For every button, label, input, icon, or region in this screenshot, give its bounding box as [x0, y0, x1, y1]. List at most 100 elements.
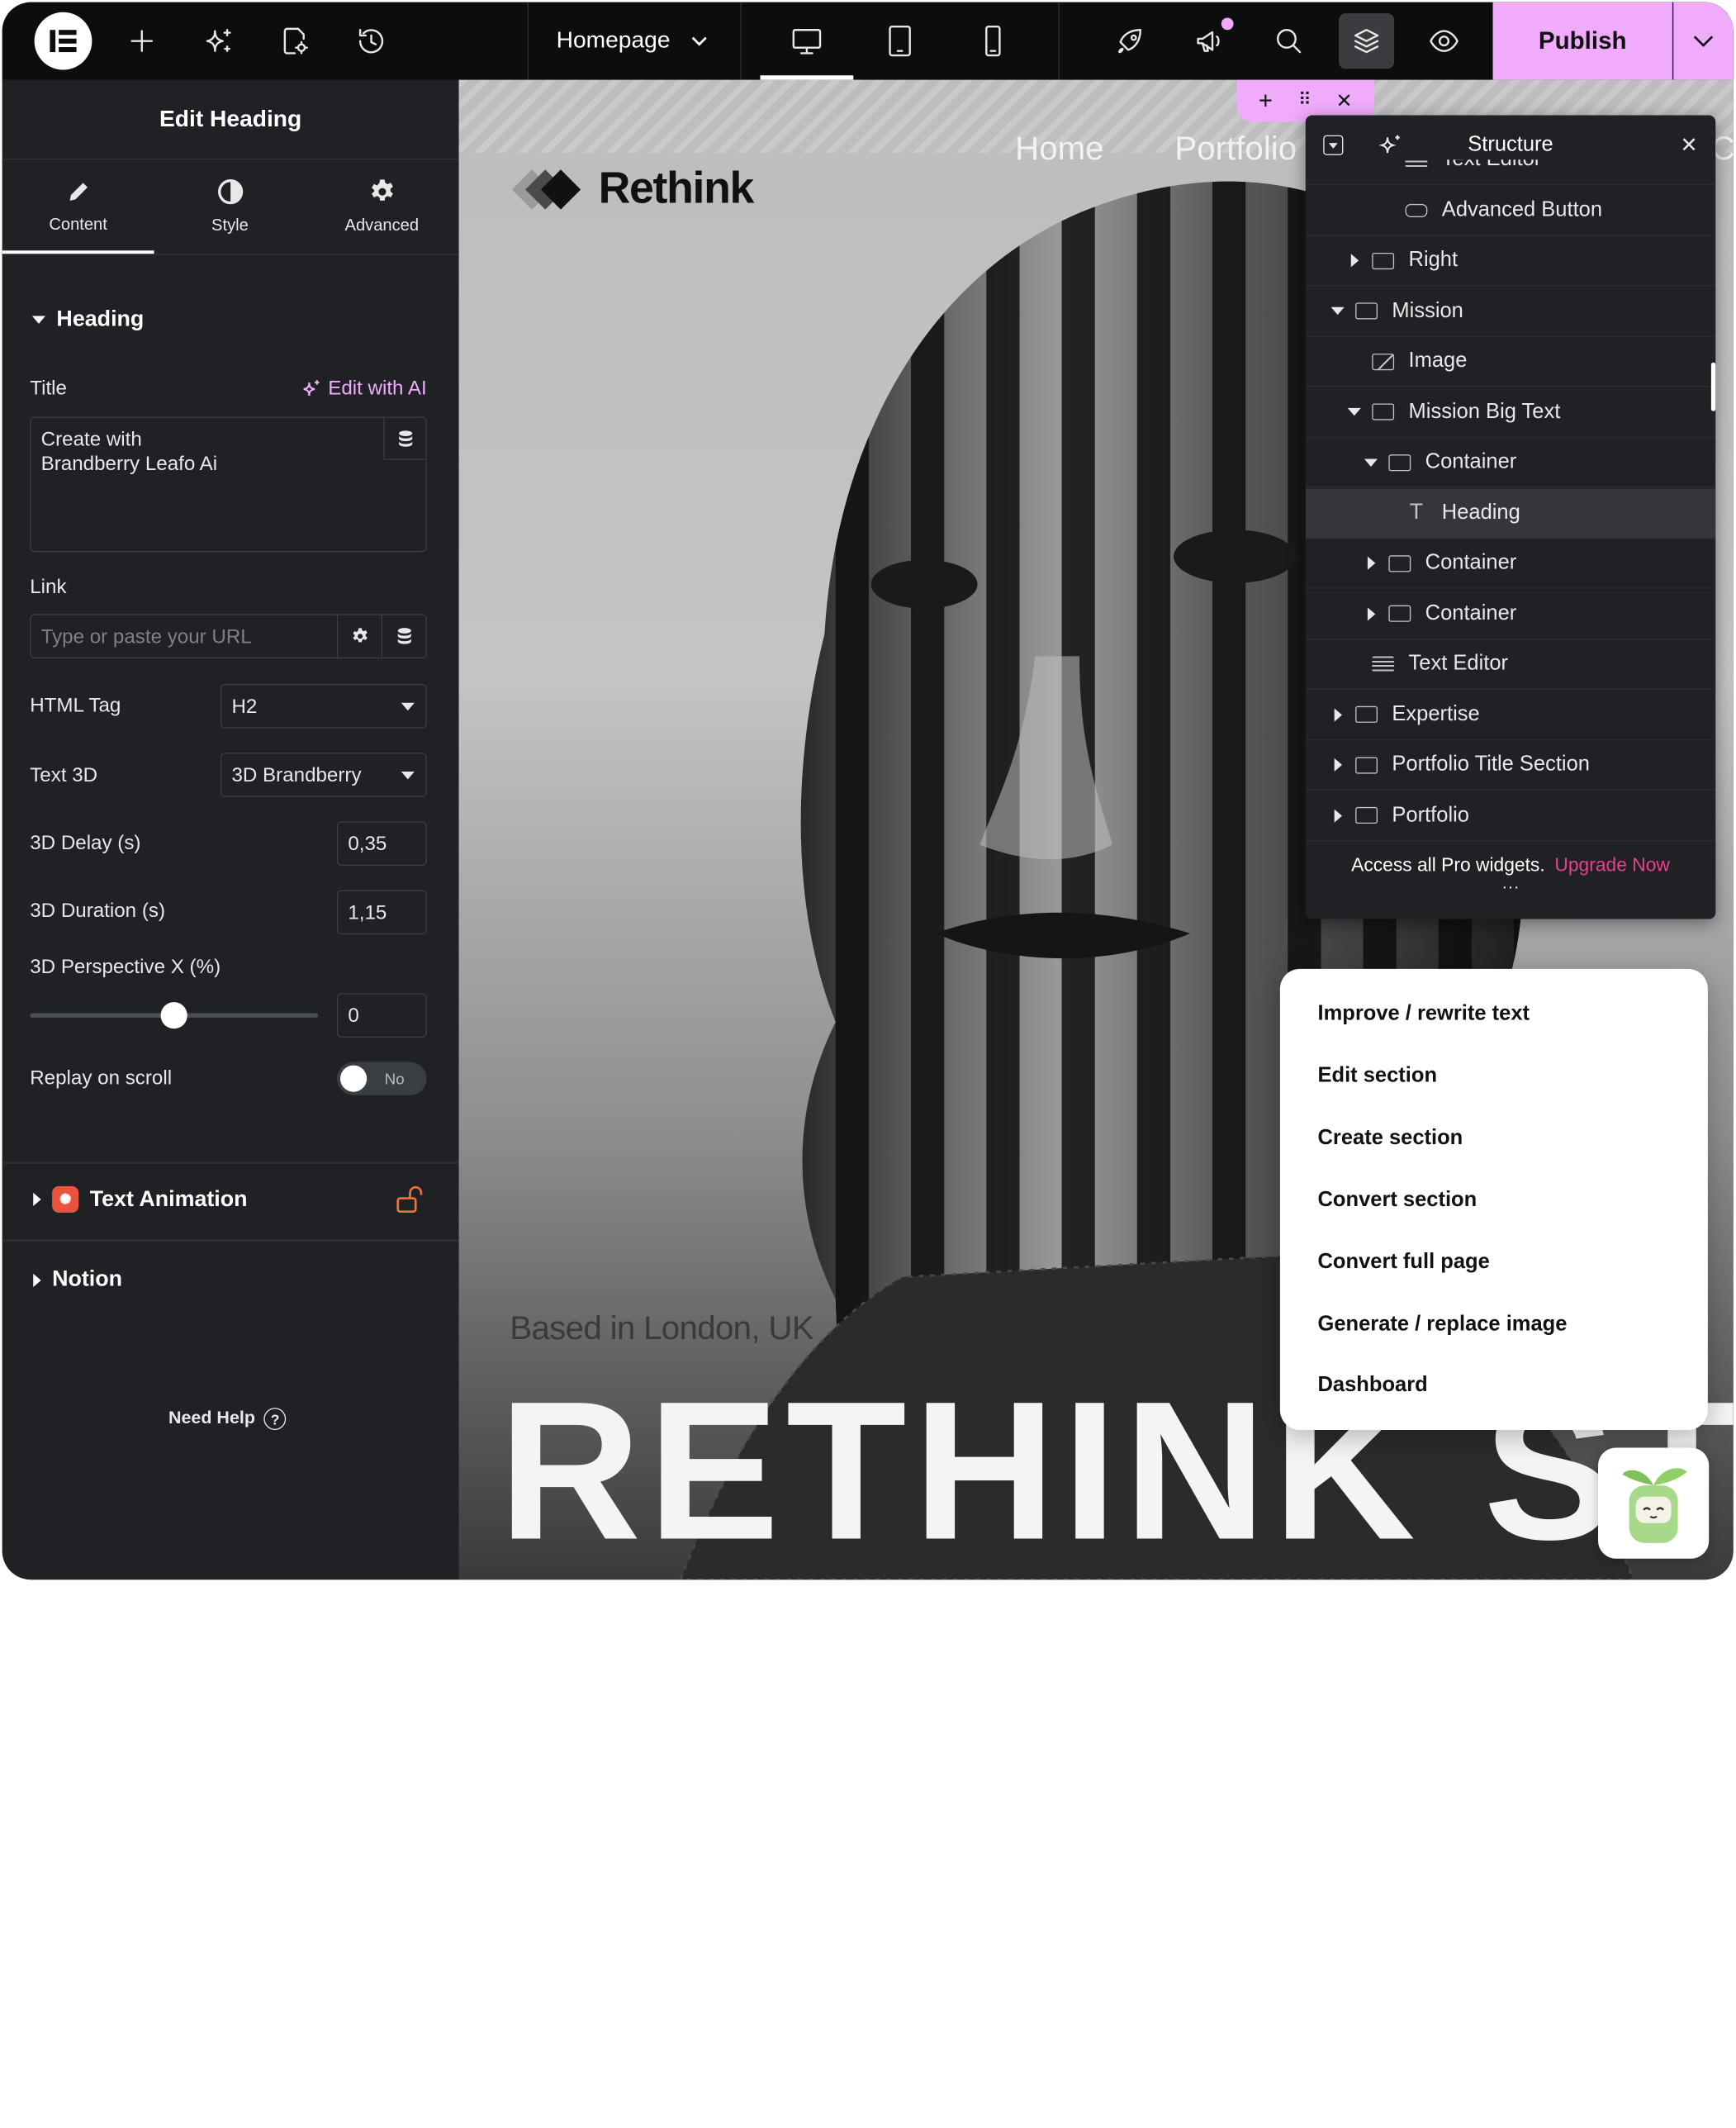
structure-item[interactable]: Container — [1305, 589, 1716, 639]
ai-actions-menu: Improve / rewrite text Edit section Crea… — [1279, 968, 1708, 1431]
perspective-input[interactable]: 0 — [336, 993, 427, 1038]
caret-right-icon[interactable] — [1362, 606, 1379, 620]
announcement-icon[interactable] — [1186, 2, 1235, 80]
structure-item[interactable]: Right — [1305, 236, 1716, 287]
structure-item[interactable]: Text Editor — [1305, 159, 1716, 186]
site-logo[interactable]: Rethink — [510, 164, 754, 214]
mobile-icon[interactable] — [946, 2, 1040, 80]
close-icon[interactable]: ✕ — [1335, 91, 1352, 111]
html-tag-select[interactable]: H2 — [221, 683, 427, 729]
structure-item[interactable]: Mission Big Text — [1305, 387, 1716, 438]
tablet-icon[interactable] — [853, 2, 946, 80]
structure-item[interactable]: Portfolio — [1305, 791, 1716, 841]
more-dots-icon[interactable]: ··· — [1306, 878, 1716, 896]
structure-item[interactable]: Image — [1305, 337, 1716, 387]
tab-advanced[interactable]: Advanced — [306, 159, 458, 254]
ai-menu-item[interactable]: Generate / replace image — [1318, 1313, 1568, 1337]
title-textarea[interactable]: Create with Brandberry Leafo Ai — [30, 416, 427, 553]
ai-sparkle-icon[interactable] — [195, 2, 244, 80]
ai-menu-item[interactable]: Create section — [1318, 1126, 1463, 1151]
nav-home[interactable]: Home — [1015, 131, 1103, 169]
elementor-logo-icon[interactable] — [34, 12, 92, 70]
structure-item[interactable]: Mission — [1305, 287, 1716, 337]
structure-item-label: Expertise — [1392, 702, 1480, 726]
button-icon — [1405, 203, 1428, 217]
text-animation-label: Text Animation — [89, 1186, 248, 1212]
section-heading-toggle[interactable]: Heading — [31, 307, 144, 333]
database-icon — [397, 430, 413, 447]
ai-menu-item[interactable]: Convert section — [1318, 1189, 1477, 1214]
structure-item-label: Heading — [1441, 500, 1520, 525]
slider-handle[interactable] — [160, 1002, 187, 1029]
pro-upgrade-banner: Access all Pro widgets. Upgrade Now ··· — [1305, 841, 1716, 919]
caret-right-icon[interactable] — [1329, 707, 1346, 721]
structure-item-label: Mission Big Text — [1408, 399, 1561, 423]
drag-handle-icon[interactable]: ⠿ — [1298, 92, 1311, 109]
layers-icon[interactable] — [1339, 13, 1395, 69]
caret-down-icon[interactable] — [1345, 407, 1363, 416]
structure-item[interactable]: Text Editor — [1305, 639, 1716, 690]
search-icon[interactable] — [1264, 2, 1313, 80]
tab-content[interactable]: Content — [2, 159, 154, 254]
divider — [2, 1161, 459, 1164]
delay-value: 0,35 — [348, 832, 387, 854]
caret-down-icon[interactable] — [1329, 306, 1346, 316]
history-icon[interactable] — [347, 2, 396, 80]
ai-sparkle-icon[interactable] — [1378, 133, 1403, 158]
upgrade-link[interactable]: Upgrade Now — [1554, 855, 1669, 876]
duration-input[interactable]: 1,15 — [336, 890, 427, 935]
ai-menu-item[interactable]: Dashboard — [1318, 1374, 1428, 1399]
structure-item[interactable]: T Heading — [1305, 488, 1716, 539]
tab-advanced-label: Advanced — [344, 216, 420, 235]
add-element-icon[interactable]: + — [1259, 88, 1273, 113]
need-help-link[interactable]: Need Help ? — [168, 1408, 287, 1431]
plus-icon[interactable] — [117, 2, 166, 80]
close-icon[interactable]: ✕ — [1680, 133, 1697, 159]
caret-right-icon[interactable] — [1362, 556, 1379, 570]
delay-input[interactable]: 0,35 — [336, 821, 427, 867]
link-input[interactable]: Type or paste your URL — [30, 614, 427, 659]
desktop-icon[interactable] — [761, 2, 854, 80]
text3d-value: 3D Brandberry — [231, 762, 362, 786]
link-options-button[interactable] — [336, 615, 382, 658]
perspective-slider[interactable] — [30, 1002, 319, 1029]
publish-button[interactable]: Publish — [1492, 2, 1672, 80]
replay-toggle[interactable]: No — [336, 1062, 427, 1095]
unlock-icon[interactable] — [395, 1184, 424, 1220]
tab-style[interactable]: Style — [154, 159, 306, 254]
caret-right-icon[interactable] — [1329, 808, 1346, 823]
structure-item[interactable]: Container — [1305, 438, 1716, 488]
ai-menu-item[interactable]: Convert full page — [1318, 1251, 1490, 1275]
structure-item[interactable]: Container — [1305, 539, 1716, 589]
structure-item-label: Advanced Button — [1441, 197, 1603, 221]
link-label: Link — [30, 575, 67, 598]
page-selector[interactable]: Homepage — [529, 2, 740, 80]
editor-panel: Edit Heading Content Style Advanced Head… — [2, 79, 459, 1580]
structure-item-label: Image — [1408, 349, 1468, 373]
preview-eye-icon[interactable] — [1420, 2, 1468, 80]
structure-item[interactable]: Portfolio Title Section — [1305, 740, 1716, 791]
caret-right-icon[interactable] — [1329, 758, 1346, 772]
structure-item-label: Container — [1425, 550, 1517, 575]
ai-menu-item[interactable]: Improve / rewrite text — [1318, 1002, 1530, 1027]
database-icon — [396, 628, 412, 645]
pencil-icon — [66, 179, 91, 204]
nav-portfolio[interactable]: Portfolio — [1174, 131, 1297, 169]
structure-item[interactable]: Expertise — [1305, 690, 1716, 740]
structure-scrollbar[interactable] — [1710, 362, 1716, 411]
structure-item[interactable]: Advanced Button — [1305, 186, 1716, 236]
section-notion-toggle[interactable]: Notion — [33, 1267, 122, 1293]
page-settings-icon[interactable] — [270, 2, 319, 80]
section-text-animation-toggle[interactable]: ✺ Text Animation — [33, 1185, 248, 1214]
ai-assistant-launcher[interactable] — [1598, 1447, 1710, 1559]
ai-menu-item[interactable]: Edit section — [1318, 1064, 1438, 1089]
rocket-icon[interactable] — [1106, 2, 1155, 80]
link-dynamic-button[interactable] — [381, 615, 426, 658]
text3d-select[interactable]: 3D Brandberry — [221, 753, 427, 797]
publish-options-button[interactable] — [1673, 2, 1734, 80]
dynamic-tags-button[interactable] — [383, 417, 426, 460]
caret-right-icon[interactable] — [1345, 254, 1363, 268]
caret-down-icon[interactable] — [1362, 458, 1379, 467]
collapse-all-icon[interactable] — [1323, 135, 1344, 155]
edit-with-ai-button[interactable]: Edit with AI — [301, 377, 427, 400]
